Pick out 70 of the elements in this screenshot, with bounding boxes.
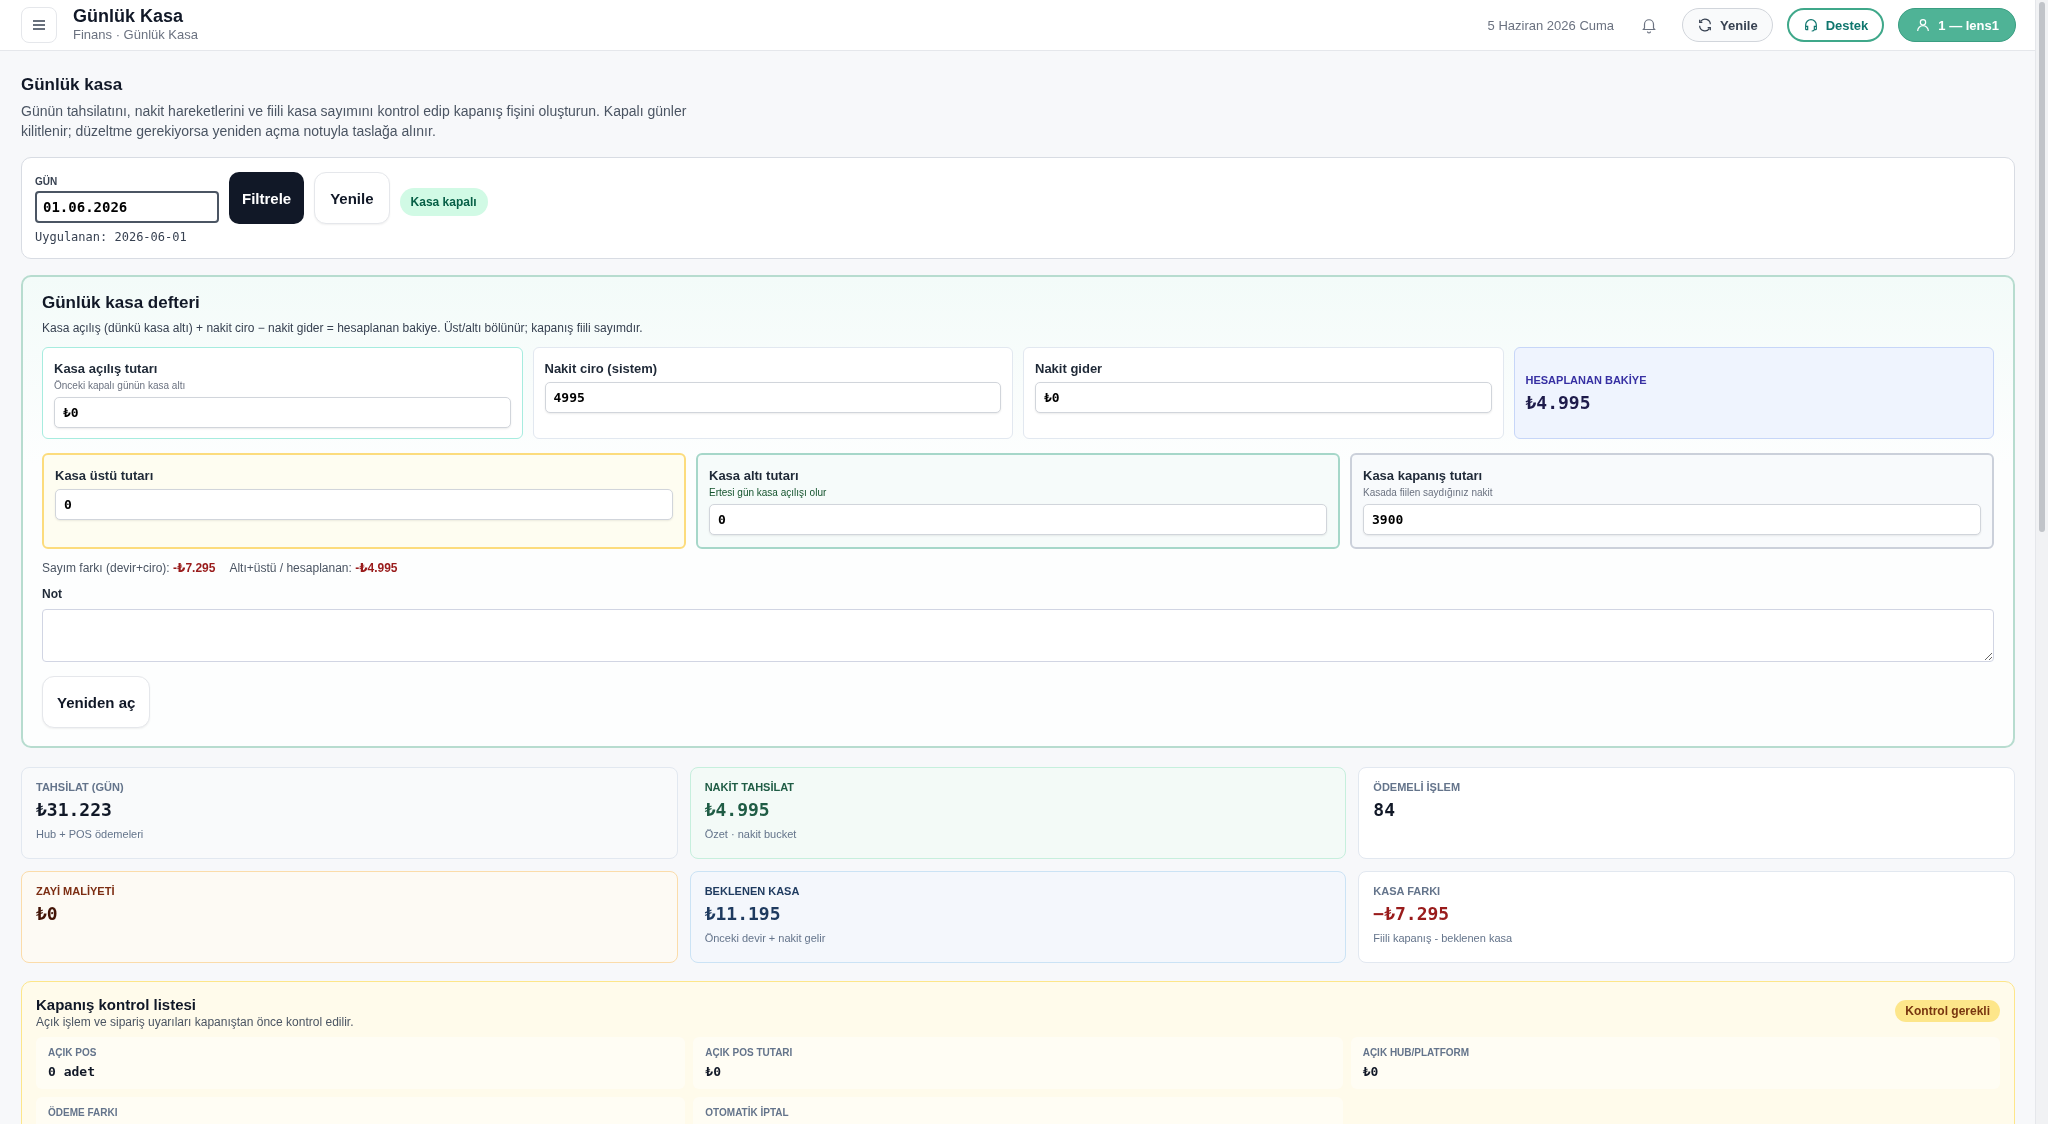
item-label: AÇIK HUB/PLATFORM [1362, 1047, 1471, 1058]
amount-field[interactable]: ₺0 [1035, 382, 1492, 413]
applied-date: Uygulanan: 2026-06-01 [35, 230, 188, 244]
stat-value: ₺4.995 [704, 799, 771, 820]
stat-value: ₺11.195 [704, 903, 782, 924]
item-label: OTOMATİK İPTAL [705, 1107, 790, 1118]
stat-label: NAKİT TAHSİLAT [704, 781, 796, 793]
item-value: 0 adet [48, 1064, 96, 1079]
scrollbar[interactable] [2035, 0, 2048, 1124]
amount-field[interactable]: 0 [709, 504, 1327, 535]
field-label: Nakit ciro (sistem) [544, 361, 659, 376]
stat-value: 84 [1373, 799, 1396, 820]
field-label: Kasa altı tutarı [709, 468, 800, 483]
field-label: GÜN [35, 175, 59, 187]
stat-value: ₺31.223 [36, 799, 113, 820]
note-label: Not [42, 587, 63, 601]
field-label: Kasa üstü tutarı [55, 468, 155, 483]
balance-label: HESAPLANAN BAKİYE [1525, 373, 1648, 386]
ledger-title: Günlük kasa defteri [42, 293, 201, 313]
item-label: AÇIK POS [48, 1047, 98, 1058]
field-hint: Kasada fiilen saydığınız nakit [1363, 487, 1494, 498]
field-label: Kasa kapanış tutarı [1363, 468, 1484, 483]
amount-field[interactable]: 4995 [544, 382, 1001, 413]
refresh-button[interactable]: Yenile [314, 172, 390, 224]
field-label: Kasa açılış tutarı [54, 361, 159, 376]
field-hint: Önceki kapalı günün kasa altı [54, 380, 187, 391]
stat-note: Önceki devir + nakit gelir [704, 932, 827, 944]
checklist-title: Kapanış kontrol listesi [36, 996, 198, 1013]
balance-value: ₺4.995 [1525, 391, 1592, 413]
section-title: Günlük kasa [21, 75, 124, 95]
field-label: Nakit gider [1035, 361, 1104, 376]
stat-value: ₺0 [36, 903, 59, 924]
item-value: ₺0 [1362, 1064, 1380, 1079]
stat-label: ÖDEMELİ İŞLEM [1373, 781, 1462, 793]
date-label: 5 Haziran 2026 Cuma [1487, 17, 1615, 33]
amount-field[interactable]: ₺0 [54, 397, 511, 428]
stat-note: Hub + POS ödemeleri [36, 828, 145, 840]
item-label: AÇIK POS TUTARI [705, 1047, 794, 1058]
amount-field[interactable]: 0 [55, 489, 673, 520]
stat-label: KASA FARKI [1373, 885, 1442, 897]
stat-label: TAHSİLAT (GÜN) [36, 781, 125, 793]
date-field[interactable]: 01.06.2026 [35, 190, 219, 223]
refresh-button[interactable]: Yenile [1682, 8, 1773, 42]
ledger-subtitle: Kasa açılış (dünkü kasa altı) + nakit ciro − nakit gider = hesaplanan bakiye. Üst/altı bölünür; kapanış fiili sayımdır. [42, 321, 644, 335]
filter-button[interactable]: Filtrele [229, 172, 305, 224]
stat-note: Fiili kapanış - beklenen kasa [1373, 932, 1514, 944]
section-description: Günün tahsilatını, nakit hareketlerini ve fiili kasa sayımını kontrol edip kapanış fişini oluşturun. Kapalı günler kilitlenir; düzeltme gerekiyorsa yeniden açma notuyla taslağa alınır. [21, 102, 688, 141]
stat-label: ZAYİ MALİYETİ [36, 885, 116, 897]
status-badge: Kasa kapalı [399, 188, 488, 216]
difference-text: Altı+üstü / hesaplanan: -₺4.995 [229, 561, 398, 575]
note-field[interactable] [42, 609, 1994, 662]
amount-field[interactable]: 3900 [1363, 504, 1981, 535]
stat-value: −₺7.295 [1373, 903, 1451, 924]
menu-icon [31, 17, 47, 33]
stat-note: Özet · nakit bucket [704, 828, 798, 840]
item-label: ÖDEME FARKI [48, 1107, 119, 1118]
menu-button[interactable] [21, 7, 57, 43]
refresh-icon [1697, 17, 1714, 33]
difference-text: Sayım farkı (devir+ciro): -₺7.295 [42, 561, 216, 575]
checklist-subtitle: Açık işlem ve sipariş uyarıları kapanıştan önce kontrol edilir. [36, 1015, 354, 1029]
user-icon [1915, 17, 1932, 33]
page-title: Günlük Kasa [73, 6, 185, 26]
reopen-button[interactable]: Yeniden aç [42, 676, 151, 728]
headset-icon [1802, 17, 1819, 33]
support-button[interactable]: Destek [1786, 8, 1885, 42]
stat-label: BEKLENEN KASA [704, 885, 801, 897]
breadcrumb: Finans · Günlük Kasa [73, 26, 198, 44]
item-value: ₺0 [705, 1064, 722, 1079]
field-hint: Ertesi gün kasa açılışı olur [709, 487, 828, 498]
warning-badge: Kontrol gerekli [1895, 1000, 2000, 1022]
